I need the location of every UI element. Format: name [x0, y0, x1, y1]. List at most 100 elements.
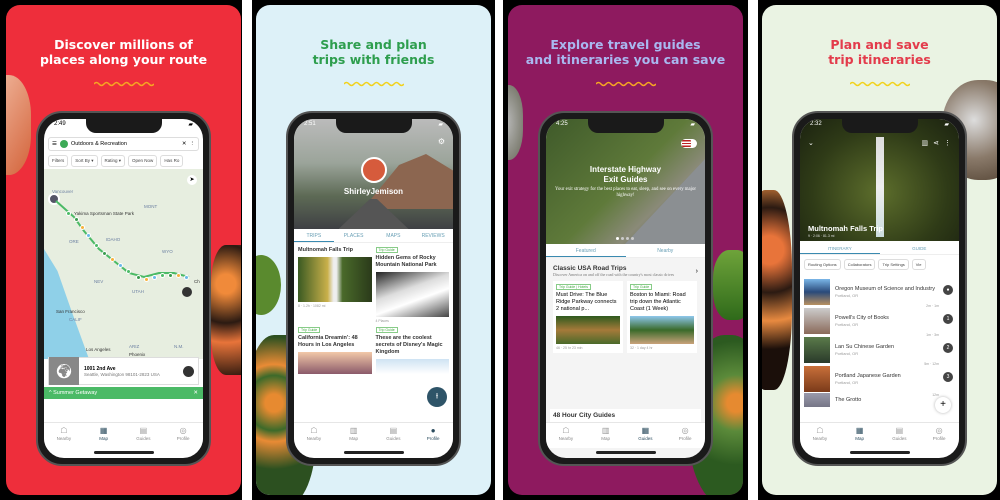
hamburger-icon[interactable]: ☰	[52, 141, 57, 147]
us-flag-toggle[interactable]	[681, 139, 697, 148]
route-marker[interactable]	[126, 269, 131, 274]
search-bar[interactable]: ☰ Outdoors & Recreation ✕ ⋮	[48, 137, 199, 151]
chevron-right-icon[interactable]: ›	[696, 268, 698, 275]
trip-card[interactable]: Multnomah Falls Trip 8 · 1.2h · 1082 mi	[298, 247, 372, 323]
trip-bar[interactable]: ^ Summer Getaway ✕	[44, 387, 203, 399]
stop-item[interactable]: Oregon Museum of Science and Industry Por…	[804, 277, 955, 306]
chip-has-ro[interactable]: Has Ro	[160, 155, 184, 167]
chip-collaborators[interactable]: Collaborators	[843, 259, 876, 270]
route-marker[interactable]	[94, 243, 99, 248]
place-card[interactable]: 🌍︎ 1001 2nd Ave Seattle, Washington 98101…	[48, 357, 199, 385]
tab-guide[interactable]: GUIDE	[880, 243, 960, 254]
camera-marker[interactable]	[182, 287, 192, 297]
route-marker[interactable]	[74, 217, 79, 222]
tab-profile[interactable]: ◎ Profile	[665, 423, 705, 448]
kebab-icon[interactable]: ⋮	[944, 139, 951, 147]
divider	[242, 0, 252, 500]
tab-nearby-guides[interactable]: Nearby	[626, 244, 706, 257]
trip-card[interactable]: Trip Guide California Dreamin': 48 Hours…	[298, 327, 372, 374]
route-marker[interactable]	[176, 273, 181, 278]
stop-item[interactable]: The Grotto 12m	[804, 393, 955, 407]
tab-nearby[interactable]: ☖ Nearby	[800, 423, 840, 448]
itinerary-stops: Oregon Museum of Science and Industry Por…	[804, 277, 955, 407]
chevron-down-icon[interactable]: ⌄	[808, 139, 814, 147]
stop-item[interactable]: Portland Japanese Garden Portland, OR 3 5m …	[804, 362, 955, 393]
headline: Plan and save trip itineraries	[828, 37, 931, 67]
tab-profile[interactable]: ◎ Profile	[163, 423, 203, 448]
route-marker[interactable]	[118, 263, 123, 268]
share-icon[interactable]: ⋖	[933, 139, 939, 147]
tab-profile[interactable]: ◎ Profile	[919, 423, 959, 448]
chevron-up-icon[interactable]: ^	[49, 390, 52, 396]
phone-screen: 2:32 ▰ ⌄ ▥ ⋖ ⋮ Multnomah Falls Trip 9 · 2:0…	[800, 119, 959, 458]
tab-featured[interactable]: Featured	[546, 244, 626, 257]
trip-card[interactable]: Trip Guide These are the coolest secrets…	[375, 327, 449, 374]
route-marker[interactable]	[168, 273, 173, 278]
guide-card[interactable]: Trip Guide | Hotels Must Drive: The Blue…	[553, 281, 623, 353]
route-marker[interactable]	[86, 233, 91, 238]
tab-trips[interactable]: TRIPS	[294, 229, 334, 242]
route-marker[interactable]	[144, 277, 149, 282]
trip-card[interactable]: Trip Guide Hidden Gems of Rocky Mountain…	[375, 247, 449, 323]
stop-image	[804, 278, 830, 305]
route-marker[interactable]	[184, 275, 189, 280]
chip-routing-options[interactable]: Routing Options	[804, 259, 841, 270]
tab-places[interactable]: PLACES	[334, 229, 374, 242]
battery-icon: ▰	[438, 122, 443, 128]
tab-profile[interactable]: ● Profile	[413, 423, 453, 448]
guide-card[interactable]: Trip Guide Boston to Miami: Road trip do…	[627, 281, 697, 353]
filter-fab-button[interactable]: ⫲	[427, 387, 447, 407]
chip-trip-settings[interactable]: Trip Settings	[878, 259, 909, 270]
trip-name: Summer Getaway	[53, 390, 98, 396]
add-place-button[interactable]	[183, 365, 194, 377]
bottom-tab-bar: ☖ Nearby ▦ Map ▤ Guides ◎ Profile	[800, 422, 959, 448]
add-stop-button[interactable]: +	[935, 397, 951, 413]
route-marker[interactable]	[110, 257, 115, 262]
tab-nearby[interactable]: ☖ Nearby	[294, 423, 334, 448]
chip-view[interactable]: Vie	[911, 259, 926, 270]
phone-mockup: 2:49 ▰ ☰ Outdoors & Recreation ✕ ⋮ Filter…	[36, 111, 211, 466]
home-indicator	[849, 451, 910, 454]
map-icon[interactable]: ▥	[922, 139, 929, 147]
chip-open-now[interactable]: Open Now	[128, 155, 158, 167]
chip-sort-by[interactable]: Sort By ▾	[71, 155, 98, 167]
close-icon[interactable]: ✕	[182, 141, 187, 147]
tab-map[interactable]: ▦ Map	[84, 423, 124, 448]
tab-maps[interactable]: MAPS	[374, 229, 414, 242]
chip-rating[interactable]: Rating ▾	[100, 155, 126, 167]
stop-item[interactable]: Powell's City of Books Portland, OR 1 2m · …	[804, 304, 955, 335]
tab-guides[interactable]: ▤ Guides	[880, 423, 920, 448]
route-marker[interactable]	[80, 225, 85, 230]
tab-label: Nearby	[306, 436, 322, 441]
tab-map[interactable]: ▦ Map	[840, 423, 880, 448]
tab-itinerary[interactable]: ITINERARY	[800, 243, 880, 254]
avatar[interactable]	[360, 157, 387, 183]
chip-filters[interactable]: Filters	[48, 155, 69, 167]
route-marker[interactable]	[152, 275, 157, 280]
tab-guides[interactable]: ▦ Guides	[626, 423, 666, 448]
tab-guides[interactable]: ▤ Guides	[374, 423, 414, 448]
route-marker[interactable]	[160, 273, 165, 278]
tab-nearby[interactable]: ☖ Nearby	[546, 423, 586, 448]
stop-number[interactable]: 2	[943, 343, 953, 353]
route-marker[interactable]	[136, 275, 141, 280]
card-meta: 46 · 25 hr 23 min	[556, 346, 583, 350]
kebab-icon[interactable]: ⋮	[190, 141, 196, 147]
stop-number[interactable]: 1	[943, 314, 953, 324]
stop-number[interactable]: ●	[943, 285, 953, 295]
carousel-dots[interactable]	[615, 237, 634, 240]
tab-reviews[interactable]: REVIEWS	[413, 229, 453, 242]
route-marker[interactable]	[102, 251, 107, 256]
route-marker[interactable]	[66, 211, 71, 216]
stop-number[interactable]: 3	[943, 372, 953, 382]
stop-item[interactable]: Lan Su Chinese Garden Portland, OR 2 1m · 3…	[804, 333, 955, 364]
tab-map[interactable]: ▥ Map	[334, 423, 374, 448]
tab-guides[interactable]: ▤ Guides	[124, 423, 164, 448]
tab-map[interactable]: ▥ Map	[586, 423, 626, 448]
status-time: 2:49	[54, 121, 66, 127]
close-icon[interactable]: ✕	[193, 390, 198, 396]
search-input[interactable]: Outdoors & Recreation	[71, 141, 179, 147]
gear-icon[interactable]: ⚙	[438, 137, 445, 146]
tab-nearby[interactable]: ☖ Nearby	[44, 423, 84, 448]
map-view[interactable]: Vancouver Yakima Sportsman State Park MO…	[44, 169, 203, 359]
